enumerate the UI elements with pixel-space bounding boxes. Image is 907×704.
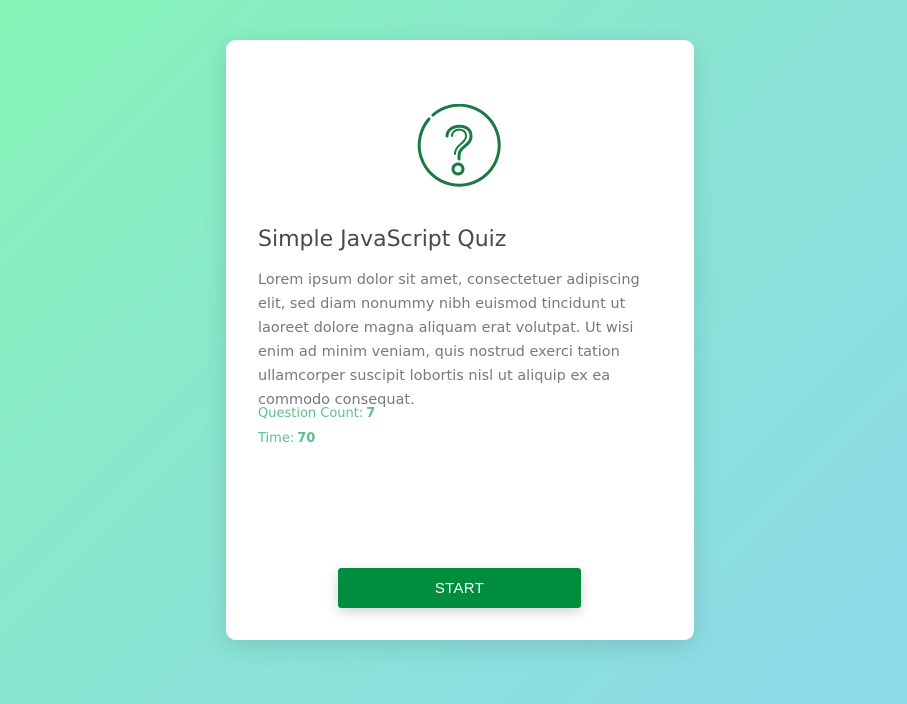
question-count: Question Count: 7 <box>258 404 375 424</box>
question-count-label: Question Count: <box>258 406 364 421</box>
quiz-description: Lorem ipsum dolor sit amet, consectetuer… <box>258 272 640 408</box>
quiz-time: Time: 70 <box>258 429 315 449</box>
quiz-card: Simple JavaScript Quiz Lorem ipsum dolor… <box>226 40 694 640</box>
question-circle-icon <box>417 104 501 187</box>
time-value: 70 <box>297 431 316 446</box>
question-count-value: 7 <box>366 406 376 421</box>
quiz-title: Simple JavaScript Quiz <box>258 227 507 252</box>
start-button[interactable]: START <box>338 568 581 608</box>
time-label: Time: <box>258 431 295 446</box>
